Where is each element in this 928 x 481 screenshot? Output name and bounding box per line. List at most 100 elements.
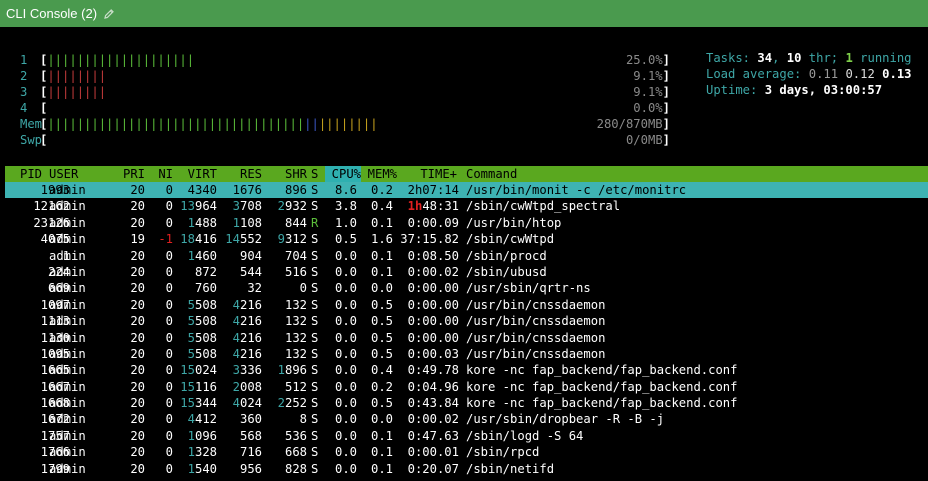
meter-label: 3 bbox=[20, 85, 28, 99]
process-virt: 18416 bbox=[180, 232, 217, 247]
window-titlebar: CLI Console (2) bbox=[0, 0, 928, 27]
process-virt: 4340 bbox=[187, 183, 217, 197]
process-nice: 0 bbox=[165, 199, 173, 214]
process-row[interactable]: 4075 admin 19 -1 18416 14552 9312 S 0.5 1.6 37:15.… bbox=[5, 231, 928, 247]
process-command: /sbin/cwWtpd_spectral bbox=[466, 199, 621, 214]
process-command: kore -nc fap_backend/fap_backend.conf bbox=[466, 363, 738, 378]
process-row[interactable]: 1665 admin 20 0 15024 3336 1896 S 0.0 0.4 0:49.78 k… bbox=[5, 362, 928, 378]
meter-value: 0/0MB] bbox=[625, 133, 670, 147]
process-user: admin bbox=[49, 363, 86, 378]
process-command: /usr/bin/cnssdaemon bbox=[466, 314, 606, 329]
col-state[interactable]: S bbox=[311, 166, 318, 182]
process-row[interactable]: 1668 admin 20 0 15344 4024 2252 S 0.0 0.5 0:43.84 k… bbox=[5, 395, 928, 411]
col-shr[interactable]: SHR bbox=[267, 166, 307, 182]
process-res: 14552 bbox=[225, 232, 262, 247]
process-shr: 8 bbox=[299, 412, 307, 427]
process-priority: 20 bbox=[130, 428, 145, 443]
process-row[interactable]: 669 admin 20 0 760 32 0 S 0.0 0.0 0:00.00/usr/sbin… bbox=[5, 280, 928, 296]
process-time: 0:49.78 bbox=[407, 363, 459, 378]
col-virt[interactable]: VIRT bbox=[177, 166, 217, 182]
process-cpu: 1.0 bbox=[334, 215, 357, 230]
process-cpu: 0.0 bbox=[334, 445, 357, 460]
process-cpu: 0.0 bbox=[334, 314, 357, 329]
meter-value: 25.0%] bbox=[625, 53, 670, 67]
process-user: admin bbox=[49, 281, 86, 296]
process-command: /usr/bin/cnssdaemon bbox=[466, 346, 606, 361]
process-command: kore -nc fap_backend/fap_backend.conf bbox=[466, 379, 738, 394]
process-list[interactable]: 1993 admin 20 0 4340 1676 896 S 8.6 0.2 2h07:14/us… bbox=[5, 182, 928, 477]
process-priority: 19 bbox=[130, 232, 145, 247]
window-title: CLI Console (2) bbox=[6, 6, 98, 21]
col-cpu[interactable]: CPU% bbox=[325, 166, 361, 182]
process-row[interactable]: 1766 admin 20 0 1328 716 668 S 0.0 0.1 0:00.01/sbi… bbox=[5, 444, 928, 460]
pencil-icon[interactable] bbox=[103, 8, 115, 20]
terminal-area[interactable]: 1 [|||||||||||||||||||| 25.0%] 2 [|||||||| 9.… bbox=[0, 27, 928, 481]
process-time: 0:43.84 bbox=[407, 396, 459, 411]
process-priority: 20 bbox=[130, 363, 145, 378]
col-pid[interactable]: PID bbox=[5, 166, 42, 182]
col-time[interactable]: TIME+ bbox=[409, 166, 457, 182]
process-priority: 20 bbox=[130, 379, 145, 394]
process-row[interactable]: 1130 admin 20 0 5508 4216 132 S 0.0 0.5 0:00.00/us… bbox=[5, 330, 928, 346]
meter-value: 9.1%] bbox=[633, 69, 670, 83]
process-mem: 0.5 bbox=[370, 396, 393, 411]
process-row[interactable]: 1095 admin 20 0 5508 4216 132 S 0.0 0.5 0:00.03/us… bbox=[5, 346, 928, 362]
col-command[interactable]: Command bbox=[466, 166, 517, 182]
col-res[interactable]: RES bbox=[221, 166, 262, 182]
process-row[interactable]: 1667 admin 20 0 15116 2008 512 S 0.0 0.2 0:04.96 ko… bbox=[5, 379, 928, 395]
meter-value: 0.0%] bbox=[633, 101, 670, 115]
process-state: S bbox=[311, 297, 319, 312]
col-mem[interactable]: MEM% bbox=[363, 166, 397, 182]
process-row[interactable]: 23126 admin 20 0 1488 1108 844 R 1.0 0.1 0:00.09/u… bbox=[5, 215, 928, 231]
col-user[interactable]: USER bbox=[49, 166, 78, 182]
process-cpu: 0.0 bbox=[334, 428, 357, 443]
process-table-header: PID USER PRI NI VIRT RES SHR S CPU% MEM%… bbox=[5, 166, 928, 182]
process-res: 904 bbox=[239, 248, 262, 263]
process-state: S bbox=[311, 396, 319, 411]
process-user: admin bbox=[49, 215, 86, 230]
process-row[interactable]: 1757 admin 20 0 1096 568 536 S 0.0 0.1 0:47.63/sbi… bbox=[5, 428, 928, 444]
process-row[interactable]: 1799 admin 20 0 1540 956 828 S 0.0 0.1 0:20.07/sbi… bbox=[5, 461, 928, 477]
process-nice: 0 bbox=[165, 297, 173, 312]
process-state: S bbox=[311, 314, 319, 329]
process-row[interactable]: 1993 admin 20 0 4340 1676 896 S 8.6 0.2 2h07:14/us… bbox=[5, 182, 928, 199]
process-row[interactable]: 12162 admin 20 0 13964 3708 2932 S 3.8 0.4 1h48:31… bbox=[5, 198, 928, 214]
uptime-line: Uptime: 3 days, 03:00:57 bbox=[706, 83, 883, 97]
process-nice: 0 bbox=[165, 461, 173, 476]
process-row[interactable]: 1097 admin 20 0 5508 4216 132 S 0.0 0.5 0:00.00/us… bbox=[5, 297, 928, 313]
process-cpu: 0.0 bbox=[334, 363, 357, 378]
meter-bar-segment: |||||||| bbox=[47, 85, 107, 99]
process-nice: 0 bbox=[165, 346, 173, 361]
process-user: admin bbox=[49, 248, 86, 263]
process-priority: 20 bbox=[130, 445, 145, 460]
process-row[interactable]: 1 admin 20 0 1460 904 704 S 0.0 0.1 0:08.50/sbin/p… bbox=[5, 248, 928, 264]
process-command: /usr/sbin/dropbear -R -B -j bbox=[466, 412, 665, 427]
process-virt: 1096 bbox=[187, 428, 217, 443]
process-state: S bbox=[311, 428, 319, 443]
process-user: admin bbox=[49, 183, 86, 197]
process-command: /sbin/procd bbox=[466, 248, 547, 263]
process-state: S bbox=[311, 330, 319, 345]
process-state: S bbox=[311, 445, 319, 460]
process-virt: 1328 bbox=[187, 445, 217, 460]
process-nice: 0 bbox=[165, 445, 173, 460]
process-res: 1108 bbox=[232, 215, 262, 230]
process-user: admin bbox=[49, 396, 86, 411]
process-shr: 132 bbox=[284, 297, 307, 312]
process-row[interactable]: 1113 admin 20 0 5508 4216 132 S 0.0 0.5 0:00.00/us… bbox=[5, 313, 928, 329]
process-row[interactable]: 224 admin 20 0 872 544 516 S 0.0 0.1 0:00.02/sbin/… bbox=[5, 264, 928, 280]
process-time: 37:15.82 bbox=[400, 232, 459, 247]
process-cpu: 0.0 bbox=[334, 330, 357, 345]
process-mem: 0.1 bbox=[370, 248, 393, 263]
process-priority: 20 bbox=[130, 215, 145, 230]
process-res: 568 bbox=[239, 428, 262, 443]
col-pri[interactable]: PRI bbox=[121, 166, 145, 182]
process-state: S bbox=[311, 264, 319, 279]
process-row[interactable]: 1672 admin 20 0 4412 360 8 S 0.0 0.0 0:00.02/usr/s… bbox=[5, 411, 928, 427]
col-ni[interactable]: NI bbox=[153, 166, 173, 182]
process-time: 0:00.01 bbox=[407, 445, 459, 460]
process-user: admin bbox=[49, 346, 86, 361]
meter-bar-segment: |||||||||||||||||||| bbox=[47, 53, 195, 67]
process-res: 3336 bbox=[232, 363, 262, 378]
process-command: /sbin/netifd bbox=[466, 461, 555, 476]
